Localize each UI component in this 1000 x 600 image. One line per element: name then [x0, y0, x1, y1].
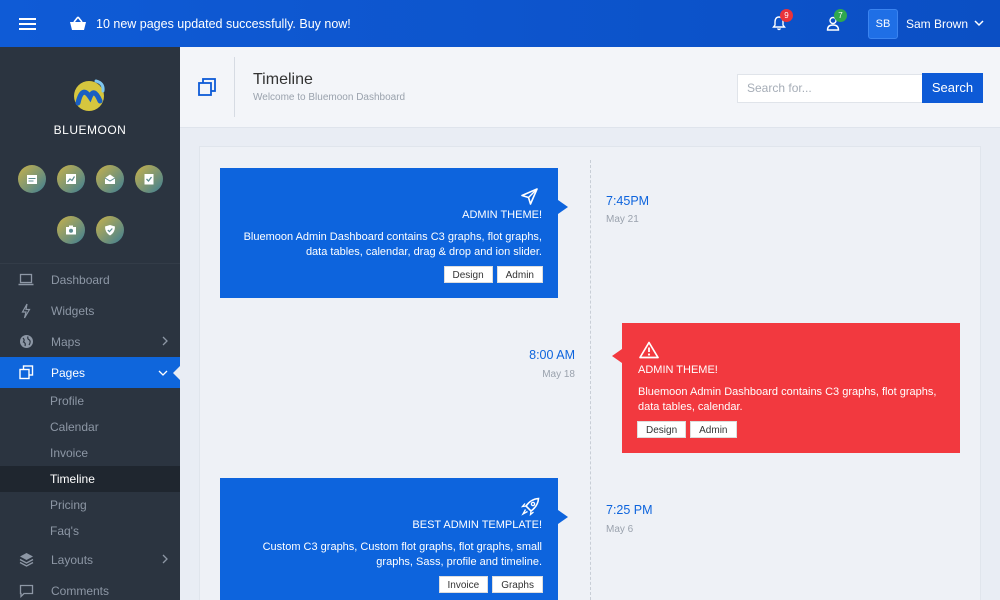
notifications-button[interactable]: 9 [752, 0, 806, 47]
sidebar-item-label: Comments [51, 583, 110, 598]
calendar-icon [26, 175, 37, 184]
avatar: SB [867, 8, 898, 39]
card-text: Bluemoon Admin Dashboard contains C3 gra… [243, 231, 542, 258]
bolt-icon [21, 303, 31, 318]
menu-toggle-button[interactable] [0, 0, 54, 47]
pages-submenu: Profile Calendar Invoice Timeline Pricin… [0, 388, 180, 544]
quick-checklist-button[interactable] [134, 165, 163, 193]
timeline-axis [590, 160, 591, 600]
chevron-right-icon [162, 336, 168, 346]
pages-icon [198, 78, 216, 96]
quick-mail-button[interactable] [95, 165, 124, 193]
entry-date: May 6 [606, 524, 634, 535]
chart-icon [65, 174, 76, 184]
timeline-card[interactable]: ADMIN THEME! Bluemoon Admin Dashboard co… [220, 168, 568, 298]
tag-graphs[interactable]: Graphs [492, 576, 543, 593]
submenu-item-calendar[interactable]: Calendar [0, 414, 180, 440]
sidebar-item-label: Pages [51, 365, 86, 380]
quick-camera-button[interactable] [56, 216, 85, 244]
brand[interactable]: BLUEMOON [0, 47, 180, 157]
rocket-icon [521, 497, 540, 516]
top-bar: 10 new pages updated successfully. Buy n… [0, 0, 1000, 47]
card-title: BEST ADMIN TEMPLATE! [412, 519, 542, 531]
chevron-down-icon [158, 370, 168, 376]
tag-design[interactable]: Design [443, 266, 493, 283]
tag-admin[interactable]: Admin [690, 421, 737, 438]
tag-admin[interactable]: Admin [496, 266, 543, 283]
search-button[interactable]: Search [922, 73, 983, 103]
laptop-icon [18, 273, 34, 286]
layers-icon [19, 553, 33, 567]
timeline-card[interactable]: BEST ADMIN TEMPLATE! Custom C3 graphs, C… [220, 478, 568, 600]
pages-icon [18, 365, 33, 380]
card-title: ADMIN THEME! [638, 364, 718, 376]
card-title: ADMIN THEME! [462, 209, 542, 221]
sidebar-item-pages[interactable]: Pages [0, 357, 180, 388]
users-button[interactable]: 7 [806, 0, 860, 47]
entry-date: May 21 [606, 214, 639, 225]
sidebar-item-label: Dashboard [51, 272, 110, 287]
entry-time: 8:00 AM [529, 348, 575, 362]
globe-icon [19, 335, 33, 348]
sidebar-nav: Dashboard Widgets Maps Pages Profile Cal… [0, 263, 180, 600]
notifications-badge: 9 [779, 9, 793, 22]
quick-calendar-button[interactable] [17, 165, 46, 193]
page-title: Timeline [253, 71, 313, 88]
brand-name: BLUEMOON [53, 123, 127, 137]
card-text: Bluemoon Admin Dashboard contains C3 gra… [638, 386, 937, 413]
sidebar-item-label: Layouts [51, 552, 94, 567]
tag-invoice[interactable]: Invoice [438, 576, 489, 593]
mail-icon [104, 174, 115, 184]
warning-icon [639, 341, 659, 359]
shield-icon [104, 225, 115, 236]
search-input[interactable]: Search for... [737, 74, 922, 103]
basket-icon [70, 16, 86, 30]
bluemoon-logo [74, 79, 105, 111]
announcement-text: 10 new pages updated successfully. Buy n… [96, 16, 351, 31]
submenu-item-pricing[interactable]: Pricing [0, 492, 180, 518]
sidebar-item-comments[interactable]: Comments [0, 575, 180, 600]
chevron-right-icon [162, 554, 168, 564]
entry-time: 7:25 PM [606, 503, 653, 517]
sidebar: BLUEMOON Dashboard Widgets Maps Pages Pr… [0, 47, 180, 600]
quick-icons [0, 157, 180, 257]
user-menu[interactable]: SB Sam Brown [860, 0, 1000, 47]
quick-shield-button[interactable] [95, 216, 124, 244]
sidebar-item-layouts[interactable]: Layouts [0, 544, 180, 575]
sidebar-item-label: Widgets [51, 303, 95, 318]
submenu-item-profile[interactable]: Profile [0, 388, 180, 414]
announcement[interactable]: 10 new pages updated successfully. Buy n… [68, 16, 351, 32]
page-subtitle: Welcome to Bluemoon Dashboard [253, 92, 406, 103]
page-header: Timeline Welcome to Bluemoon Dashboard S… [180, 47, 1000, 128]
users-badge: 7 [833, 9, 847, 22]
sidebar-item-dashboard[interactable]: Dashboard [0, 264, 180, 295]
timeline-card[interactable]: ADMIN THEME! Bluemoon Admin Dashboard co… [612, 323, 960, 453]
chevron-down-icon [974, 20, 984, 27]
sidebar-item-label: Maps [51, 334, 81, 349]
page-icon [180, 57, 235, 117]
sidebar-item-maps[interactable]: Maps [0, 326, 180, 357]
sidebar-item-widgets[interactable]: Widgets [0, 295, 180, 326]
card-text: Custom C3 graphs, Custom flot graphs, fl… [262, 541, 542, 568]
entry-date: May 18 [542, 369, 575, 380]
submenu-item-faqs[interactable]: Faq's [0, 518, 180, 544]
entry-time: 7:45PM [606, 194, 650, 208]
hamburger-icon [18, 22, 36, 25]
camera-icon [65, 225, 76, 235]
submenu-item-invoice[interactable]: Invoice [0, 440, 180, 466]
send-icon [521, 188, 538, 205]
checklist-icon [144, 174, 153, 185]
comment-icon [19, 584, 33, 598]
quick-chart-button[interactable] [56, 165, 85, 193]
tag-design[interactable]: Design [637, 421, 687, 438]
submenu-item-timeline[interactable]: Timeline [0, 466, 180, 492]
user-name: Sam Brown [905, 16, 968, 31]
